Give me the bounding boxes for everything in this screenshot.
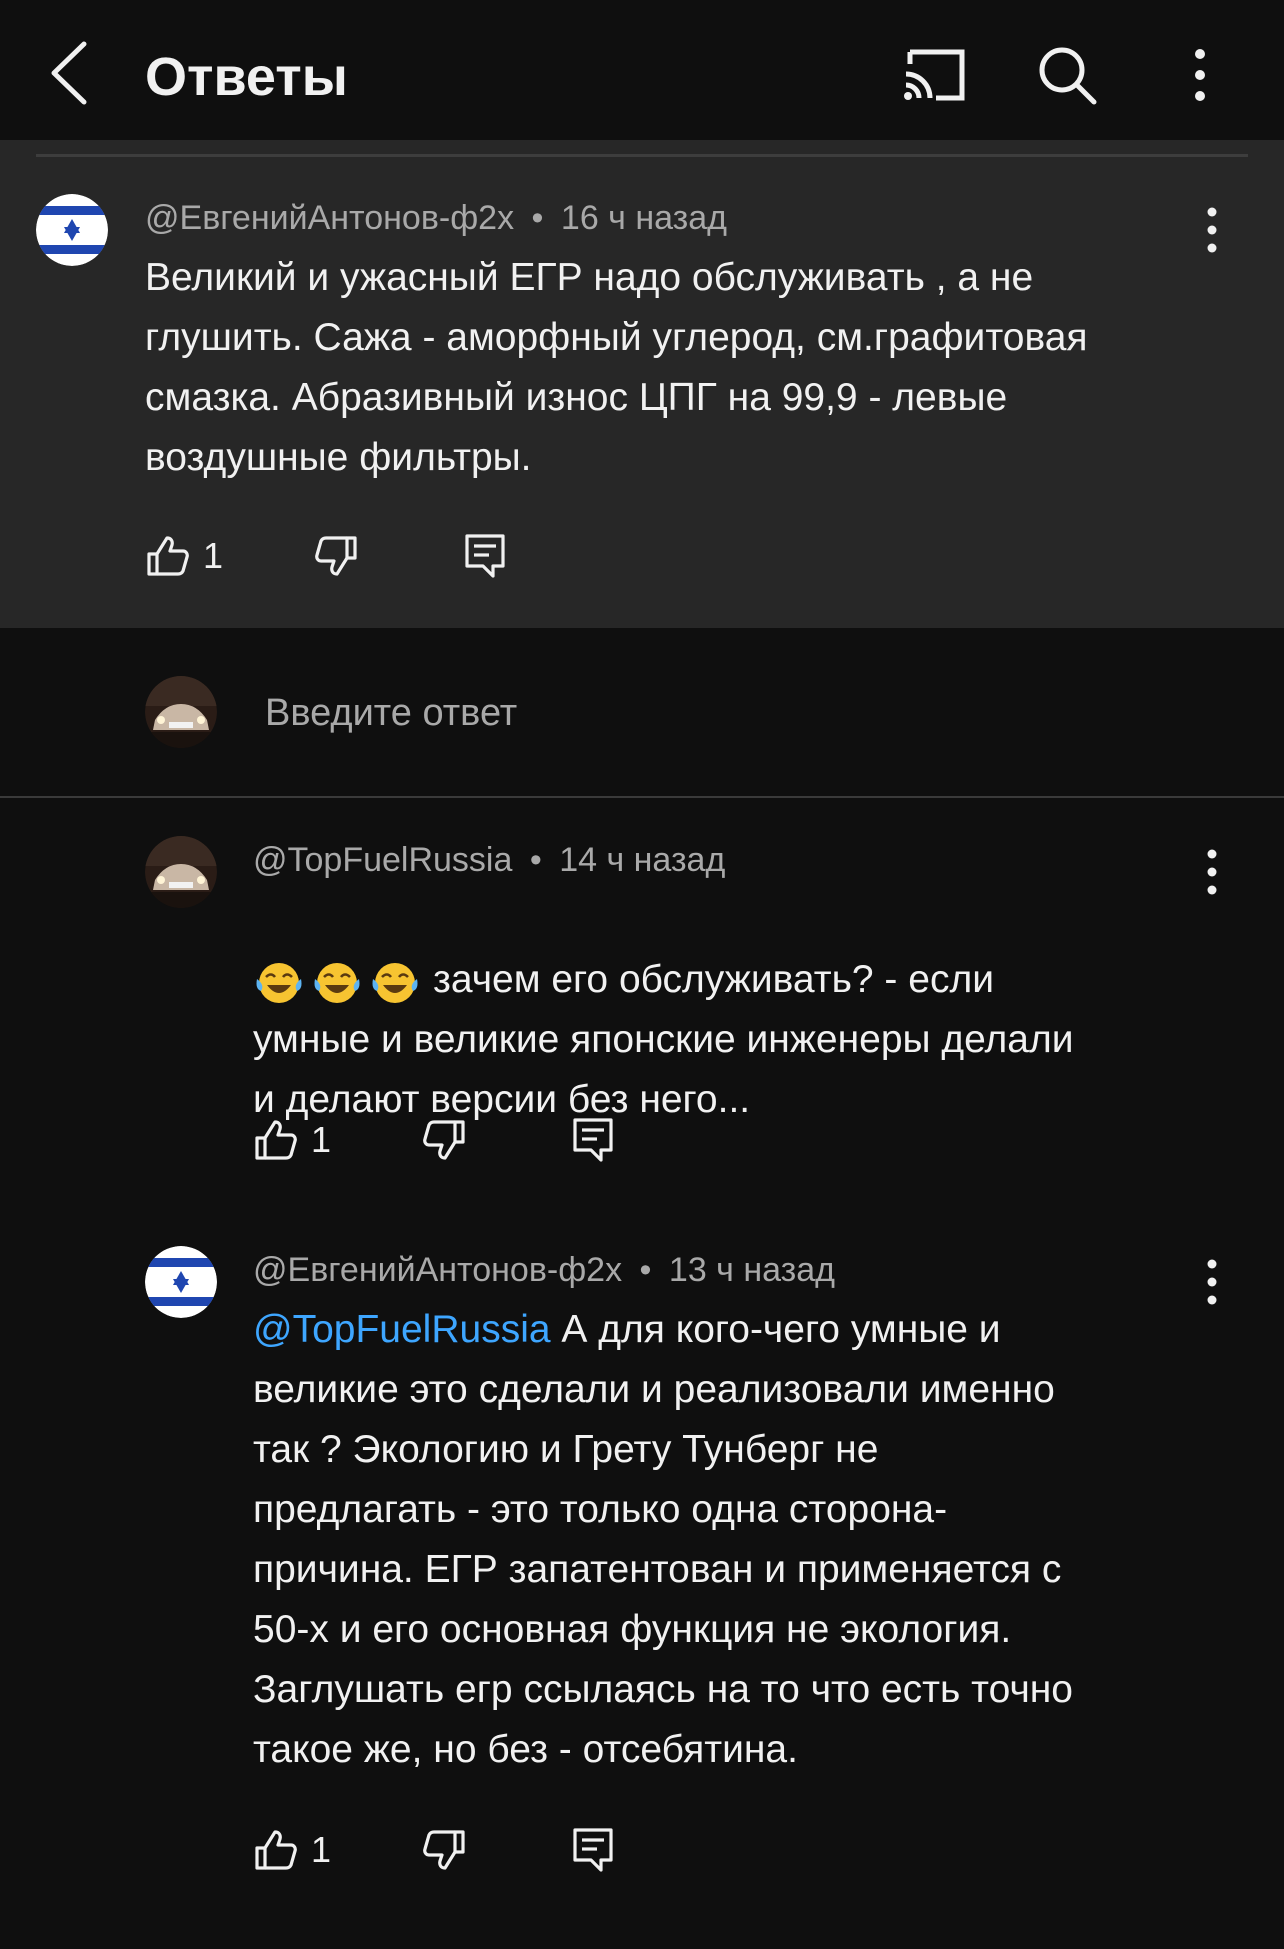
avatar[interactable]	[145, 836, 217, 908]
avatar[interactable]	[145, 1246, 217, 1318]
dislike-button[interactable]	[423, 1110, 467, 1170]
comment-meta: @ЕвгенийАнтонов-ф2х • 13 ч назад	[253, 1248, 835, 1292]
dislike-button[interactable]	[423, 1820, 467, 1880]
like-button[interactable]: 1	[145, 526, 223, 586]
page-title: Ответы	[145, 47, 348, 107]
cast-button[interactable]	[900, 42, 970, 108]
reply-button[interactable]	[571, 1110, 615, 1170]
reply-comment-icon	[573, 1118, 613, 1162]
comment-body: А для кого-чего умные и великие это сдел…	[253, 1308, 1073, 1771]
comment-actions: 1	[145, 526, 645, 586]
mention-link[interactable]: @TopFuelRussia	[253, 1308, 551, 1351]
like-button[interactable]: 1	[253, 1820, 331, 1880]
comment-text: Великий и ужасный ЕГР надо обслуживать ,…	[145, 256, 1088, 479]
comment-actions: 1	[253, 1820, 753, 1880]
author-name[interactable]: @ЕвгенийАнтонов-ф2х	[253, 1251, 622, 1289]
comment-actions: 1	[253, 1110, 753, 1170]
like-button[interactable]: 1	[253, 1110, 331, 1170]
thumbs-up-icon	[255, 1120, 297, 1160]
author-name[interactable]: @ЕвгенийАнтонов-ф2х	[145, 199, 514, 237]
app-bar: Ответы	[0, 0, 1284, 140]
thumbs-up-icon	[147, 536, 189, 576]
car-photo-avatar-icon	[145, 676, 217, 748]
my-avatar	[145, 676, 217, 748]
comment-text: @TopFuelRussia А для кого-чего умные и в…	[253, 1300, 1253, 1780]
back-arrow-icon	[51, 41, 87, 105]
thumbs-down-icon	[315, 536, 357, 576]
israel-flag-avatar-icon	[36, 194, 108, 266]
meta-separator: •	[529, 841, 542, 879]
thumbs-down-icon	[423, 1830, 465, 1870]
cast-icon	[904, 49, 965, 101]
comment-time: 14 ч назад	[559, 841, 726, 879]
back-button[interactable]	[40, 38, 100, 108]
like-count: 1	[311, 1829, 332, 1870]
search-icon	[1039, 47, 1097, 105]
meta-separator: •	[531, 199, 544, 237]
thumbs-down-icon	[423, 1120, 465, 1160]
reply-input[interactable]	[265, 686, 1065, 740]
like-count: 1	[203, 535, 224, 576]
comment-time: 16 ч назад	[560, 199, 727, 237]
comment-meta: @ЕвгенийАнтонов-ф2х • 16 ч назад	[145, 196, 727, 240]
comment-meta: @TopFuelRussia • 14 ч назад	[253, 838, 725, 882]
like-count: 1	[311, 1119, 332, 1160]
author-name[interactable]: @TopFuelRussia	[253, 841, 512, 879]
comment-time: 13 ч назад	[668, 1251, 835, 1289]
reply-button[interactable]	[571, 1820, 615, 1880]
reply-button[interactable]	[463, 526, 507, 586]
divider	[0, 796, 1284, 798]
thumbs-up-icon	[255, 1830, 297, 1870]
more-vert-icon	[1195, 49, 1205, 101]
reply-input-row	[0, 628, 1284, 796]
comment-text: зачем его обслуживать? - если умные и ве…	[253, 890, 1243, 1130]
parent-comment: @ЕвгенийАнтонов-ф2х • 16 ч назад Великий…	[0, 140, 1284, 628]
search-button[interactable]	[1032, 42, 1102, 108]
car-photo-avatar-icon	[145, 836, 217, 908]
reply-comment-icon	[573, 1828, 613, 1872]
israel-flag-avatar-icon	[145, 1246, 217, 1318]
dislike-button[interactable]	[315, 526, 359, 586]
meta-separator: •	[639, 1251, 652, 1289]
reply-comment-icon	[465, 534, 505, 578]
avatar[interactable]	[36, 194, 108, 266]
divider	[36, 154, 1248, 157]
more-options-button[interactable]	[1165, 42, 1235, 108]
tears-of-joy-emoji-icon	[253, 959, 421, 1005]
